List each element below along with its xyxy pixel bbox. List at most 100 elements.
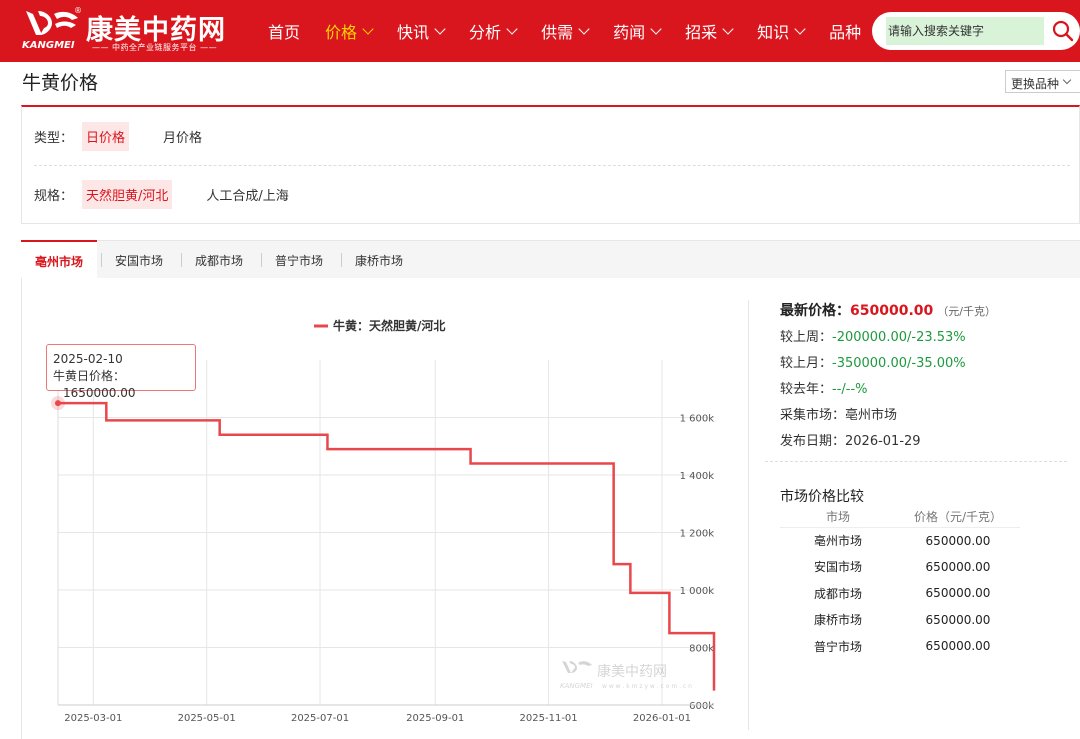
site-logo[interactable]: ® 康美中药网 KANGMEI —— 中药全产业链服务平台 —— bbox=[22, 6, 227, 56]
type-filter-label: 类型： bbox=[34, 130, 74, 146]
top-header: ® 康美中药网 KANGMEI —— 中药全产业链服务平台 —— 首页 价格 快讯 分… bbox=[0, 0, 1080, 62]
compare-row: 普宁市场 650000.00 bbox=[780, 633, 1020, 660]
y-tick-label: 1 400k bbox=[680, 471, 715, 482]
x-tick-label: 2025-05-01 bbox=[178, 713, 236, 724]
market-tab-1[interactable]: 安国市场 bbox=[115, 241, 163, 278]
chevron-down-icon bbox=[722, 22, 734, 35]
chevron-down-icon bbox=[506, 22, 518, 35]
chevron-down-icon bbox=[434, 22, 446, 35]
nav-item-label: 供需 bbox=[541, 23, 574, 42]
month-change-row: 较上月：-350000.00/-35.00% bbox=[780, 352, 996, 378]
nav-item-3[interactable]: 分析 bbox=[459, 19, 526, 43]
chevron-down-icon bbox=[794, 22, 806, 35]
tooltip-value: 1650000.00 bbox=[63, 386, 136, 400]
compare-price-cell: 650000.00 bbox=[925, 639, 991, 654]
x-tick-label: 2026-01-01 bbox=[633, 713, 691, 724]
page-title: 牛黄价格 bbox=[22, 72, 99, 94]
y-tick-label: 1 200k bbox=[680, 529, 715, 540]
panel-divider bbox=[748, 300, 749, 730]
month-change-label: 较上月： bbox=[780, 356, 833, 371]
year-change-label: 较去年： bbox=[780, 382, 833, 397]
publish-date-value: 2026-01-29 bbox=[845, 434, 921, 449]
nav-item-label: 知识 bbox=[757, 23, 790, 42]
compare-table: 市场 价格（元/千克） 亳州市场 650000.00 安国市场 650000.00 成都… bbox=[780, 507, 1020, 660]
compare-row: 成都市场 650000.00 bbox=[780, 580, 1020, 607]
week-change-row: 较上周：-200000.00/-23.53% bbox=[780, 326, 996, 352]
filter-panel: 类型： 日价格 月价格 规格： 天然胆黄/河北 人工合成/上海 bbox=[21, 105, 1080, 224]
x-tick-label: 2025-03-01 bbox=[64, 713, 122, 724]
switch-variety-label: 更换品种 bbox=[1011, 77, 1060, 91]
tooltip-date: 2025-02-10 bbox=[53, 352, 123, 366]
search-icon[interactable] bbox=[1052, 20, 1074, 42]
compare-market-cell: 康桥市场 bbox=[813, 613, 862, 628]
market-tab-3[interactable]: 普宁市场 bbox=[275, 241, 323, 278]
nav-item-7[interactable]: 知识 bbox=[747, 19, 814, 43]
nav-item-0[interactable]: 首页 bbox=[258, 19, 310, 43]
main-nav: 首页 价格 快讯 分析 供需 药闻 招采 知识 品种 bbox=[258, 0, 876, 62]
watermark-cn: 康美中药网 bbox=[597, 663, 667, 680]
market-tabs: 亳州市场 安国市场 成都市场 普宁市场 康桥市场 bbox=[21, 240, 1080, 278]
spec-option-artificial[interactable]: 人工合成/上海 bbox=[202, 180, 292, 209]
year-change-row: 较去年：--/--% bbox=[780, 378, 996, 404]
month-change-value: -350000.00/-35.00% bbox=[832, 356, 966, 371]
compare-header-price: 价格（元/千克） bbox=[913, 510, 1003, 525]
switch-variety-button[interactable]: 更换品种 bbox=[1005, 70, 1080, 93]
nav-item-5[interactable]: 药闻 bbox=[603, 19, 670, 43]
chevron-down-icon bbox=[362, 22, 374, 35]
nav-item-label: 药闻 bbox=[613, 23, 646, 42]
search-input[interactable] bbox=[886, 17, 1044, 45]
nav-item-label: 快讯 bbox=[397, 23, 430, 42]
type-option-daily[interactable]: 日价格 bbox=[82, 121, 130, 151]
latest-price-row: 最新价格：650000.00 （元/千克） bbox=[780, 300, 996, 326]
compare-market-cell: 普宁市场 bbox=[813, 639, 862, 654]
filter-divider bbox=[34, 165, 1070, 166]
compare-market-cell: 安国市场 bbox=[813, 560, 862, 575]
market-label: 采集市场： bbox=[780, 408, 846, 423]
nav-item-4[interactable]: 供需 bbox=[531, 19, 598, 43]
search-box bbox=[872, 12, 1080, 50]
publish-date-label: 发布日期： bbox=[780, 434, 846, 449]
compare-price-cell: 650000.00 bbox=[925, 559, 991, 574]
compare-header-market: 市场 bbox=[825, 510, 850, 525]
tab-separator bbox=[261, 253, 262, 267]
watermark-url: w w w . k m z y w . c o m . c n bbox=[602, 683, 692, 690]
nav-item-8[interactable]: 品种 bbox=[819, 19, 871, 43]
compare-title: 市场价格比较 bbox=[780, 489, 864, 505]
legend-label: 牛黄：天然胆黄/河北 bbox=[333, 318, 445, 333]
logo-english-name: KANGMEI bbox=[22, 40, 75, 51]
nav-item-6[interactable]: 招采 bbox=[675, 19, 742, 43]
logo-slogan: —— 中药全产业链服务平台 —— bbox=[92, 43, 218, 52]
watermark: 康美中药网 KANGMEI w w w . k m z y w . c o m . … bbox=[560, 661, 692, 690]
market-tab-4[interactable]: 康桥市场 bbox=[355, 241, 403, 278]
tooltip-label: 牛黄日价格： bbox=[53, 369, 126, 383]
market-tab-0[interactable]: 亳州市场 bbox=[21, 240, 98, 278]
nav-item-label: 品种 bbox=[829, 23, 862, 42]
compare-row: 康桥市场 650000.00 bbox=[780, 607, 1020, 634]
latest-price-value: 650000.00 bbox=[850, 303, 934, 319]
publish-date-row: 发布日期：2026-01-29 bbox=[780, 430, 996, 456]
compare-market-cell: 成都市场 bbox=[813, 586, 862, 601]
nav-item-label: 首页 bbox=[268, 23, 301, 42]
chart-tooltip: 2025-02-10 牛黄日价格： 1650000.00 bbox=[46, 344, 196, 400]
x-tick-label: 2025-07-01 bbox=[291, 713, 349, 724]
logo-registered-mark: ® bbox=[74, 6, 82, 15]
compare-row: 亳州市场 650000.00 bbox=[780, 526, 1020, 554]
market-tab-2[interactable]: 成都市场 bbox=[195, 241, 243, 278]
y-tick-label: 800k bbox=[689, 644, 714, 655]
type-option-monthly[interactable]: 月价格 bbox=[159, 122, 206, 151]
nav-item-2[interactable]: 快讯 bbox=[387, 19, 454, 43]
nav-item-1[interactable]: 价格 bbox=[315, 19, 382, 43]
info-divider bbox=[765, 461, 1067, 462]
spec-filter-label: 规格： bbox=[34, 188, 74, 204]
compare-price-cell: 650000.00 bbox=[925, 612, 991, 627]
market-value: 亳州市场 bbox=[845, 408, 898, 423]
nav-item-label: 分析 bbox=[469, 23, 502, 42]
chevron-down-icon bbox=[578, 22, 590, 35]
compare-price-cell: 650000.00 bbox=[925, 586, 991, 601]
spec-option-natural[interactable]: 天然胆黄/河北 bbox=[82, 179, 173, 209]
y-tick-label: 1 000k bbox=[680, 586, 715, 597]
price-info: 最新价格：650000.00 （元/千克） 较上周：-200000.00/-23.… bbox=[780, 300, 996, 456]
y-tick-label: 1 600k bbox=[680, 414, 715, 425]
compare-table-body: 亳州市场 650000.00 安国市场 650000.00 成都市场 650000.00 康… bbox=[780, 526, 1020, 660]
year-change-value: --/--% bbox=[832, 382, 868, 397]
